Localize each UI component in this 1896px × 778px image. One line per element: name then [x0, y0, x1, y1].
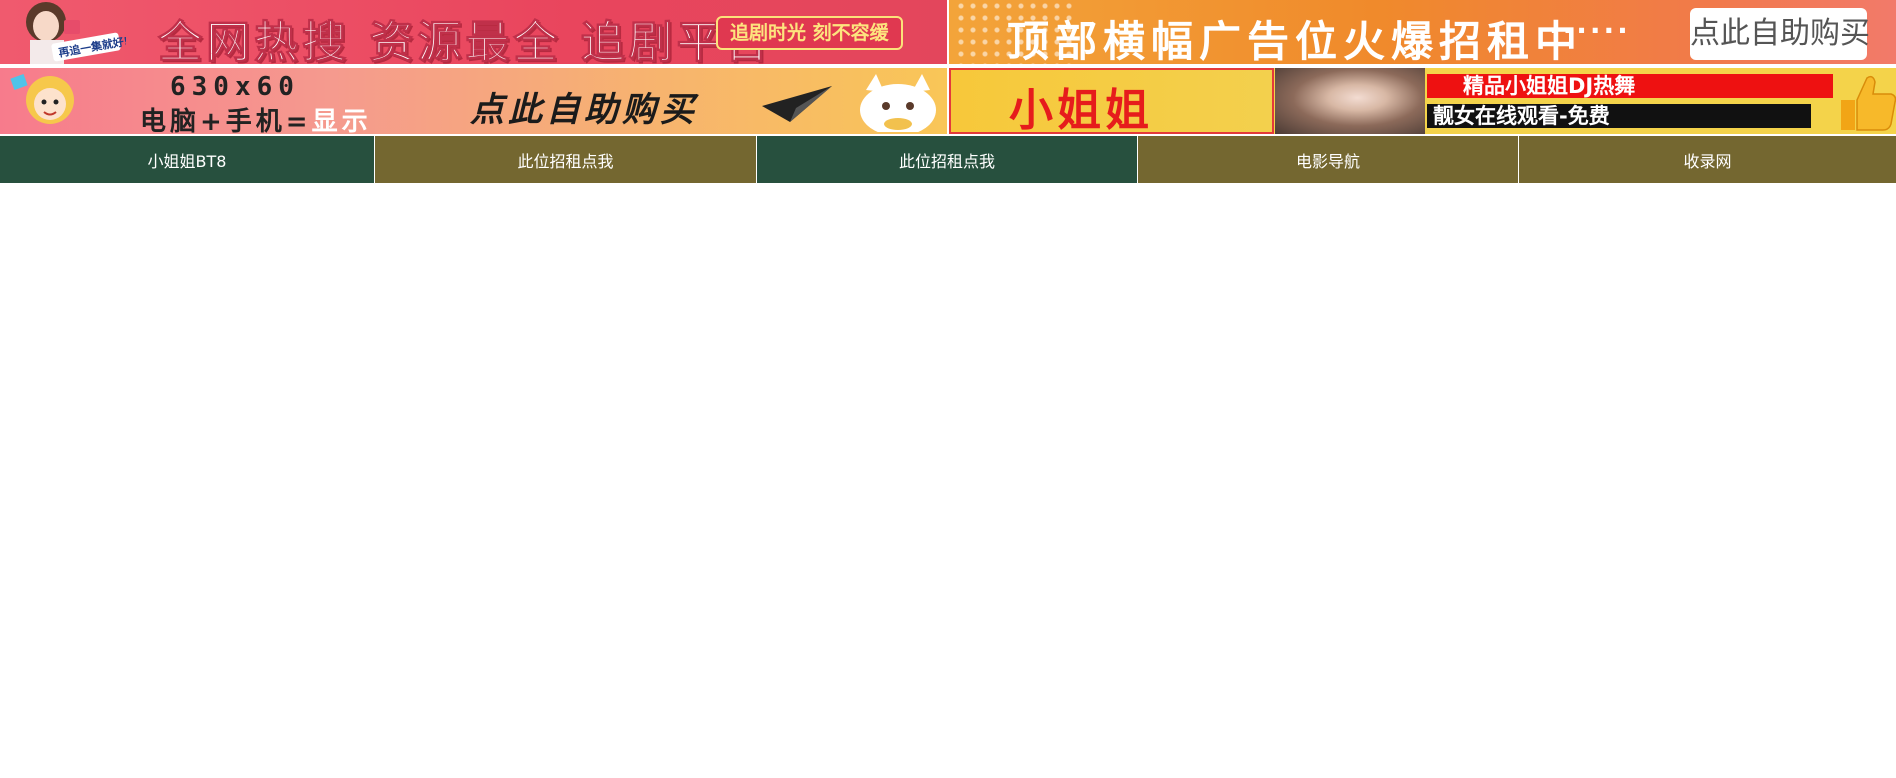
ad-line-2: 靓女在线观看-免费	[1427, 104, 1811, 128]
girl-cartoon-image: 再追一集就好!	[26, 2, 126, 64]
ad-size-text: 630x60	[170, 72, 300, 102]
ad-device-text: 电脑+手机=显示	[140, 101, 372, 134]
thumbs-up-icon	[1841, 75, 1896, 131]
nav-item-rental-1[interactable]: 此位招租点我	[375, 136, 757, 183]
nav-item-xiaojiejie-bt8[interactable]: 小姐姐BT8	[0, 136, 375, 183]
ad-line-1: 精品小姐姐DJ热舞	[1427, 74, 1833, 98]
ad-headline: 全网热搜 资源最全 追剧平台	[158, 17, 773, 65]
cat-cartoon-image	[860, 74, 936, 132]
doll-photo-image	[1275, 68, 1425, 134]
device-text-b: 显示	[311, 107, 372, 134]
ad-banner-drama-platform[interactable]: 再追一集就好! 全网热搜 资源最全 追剧平台 追剧时光 刻不容缓	[0, 0, 947, 64]
ellipsis-dots: ······	[1549, 14, 1631, 47]
second-banner-row: 630x60 电脑+手机=显示 点此自助购买 小姐姐 精品小姐姐DJ热舞 靓女在…	[0, 68, 1896, 134]
cartoon-girl-image	[10, 73, 74, 124]
nav-item-rental-2[interactable]: 此位招租点我	[757, 136, 1138, 183]
top-banner-row: 再追一集就好! 全网热搜 资源最全 追剧平台 追剧时光 刻不容缓 顶部横幅广告位…	[0, 0, 1896, 64]
ad-headline: 顶部横幅广告位火爆招租中	[1007, 17, 1584, 64]
nav-item-movie-nav[interactable]: 电影导航	[1138, 136, 1519, 183]
ad-banner-630x60[interactable]: 630x60 电脑+手机=显示 点此自助购买	[0, 68, 947, 134]
ad-banner-top-rental[interactable]: 顶部横幅广告位火爆招租中 ······ 点此自助购买	[949, 0, 1896, 64]
ad-brand: 小姐姐	[1009, 85, 1153, 134]
self-purchase-button[interactable]: 点此自助购买	[1690, 8, 1870, 60]
page: 再追一集就好! 全网热搜 资源最全 追剧平台 追剧时光 刻不容缓 顶部横幅广告位…	[0, 0, 1896, 778]
nav-item-directory[interactable]: 收录网	[1519, 136, 1896, 183]
ad-tag: 追剧时光 刻不容缓	[716, 16, 903, 50]
ad-script-text: 点此自助购买	[470, 90, 698, 130]
ad-banner-xiaojiejie[interactable]: 小姐姐 精品小姐姐DJ热舞 靓女在线观看-免费	[949, 68, 1896, 134]
device-text-a: 电脑+手机=	[140, 107, 312, 134]
nav-bar: 小姐姐BT8 此位招租点我 此位招租点我 电影导航 收录网	[0, 136, 1896, 183]
paper-plane-icon	[762, 86, 832, 122]
